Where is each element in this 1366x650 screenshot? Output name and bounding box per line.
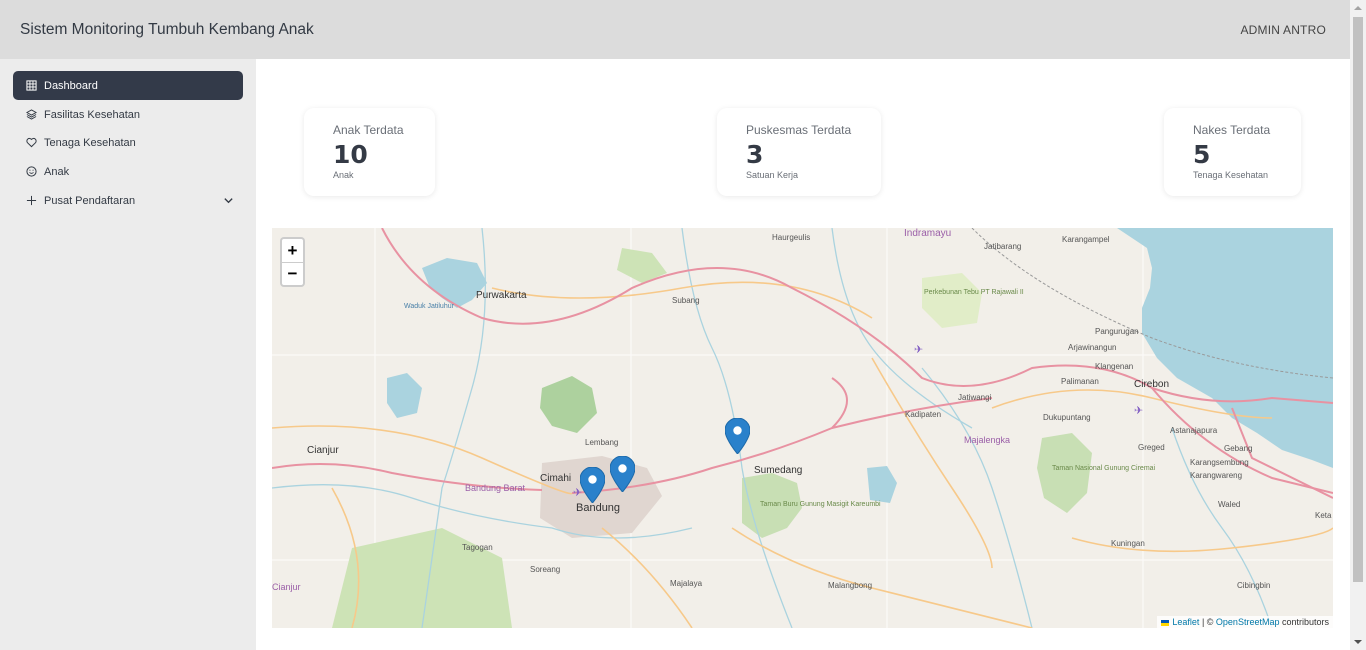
map-label: Pangurugan (1095, 327, 1139, 336)
map-marker-icon[interactable] (725, 418, 750, 454)
map-label: Cimahi (540, 473, 571, 484)
sidebar-item-pusat-pendaftaran[interactable]: Pusat Pendaftaran (13, 186, 243, 215)
plus-icon (25, 195, 37, 207)
stat-card-nakes: Nakes Terdata 5 Tenaga Kesehatan (1164, 108, 1301, 196)
map-label: Cianjur (272, 582, 301, 592)
page-scrollbar[interactable] (1350, 0, 1366, 650)
stat-card-anak: Anak Terdata 10 Anak (304, 108, 435, 196)
map-label: Purwakarta (476, 290, 527, 301)
map-label: Soreang (530, 565, 560, 574)
chevron-down-icon[interactable] (223, 195, 234, 206)
zoom-control: + − (280, 237, 305, 287)
map-container[interactable]: Indramayu Haurgeulis Jatibarang Karangam… (272, 228, 1333, 628)
sidebar-item-label: Tenaga Kesehatan (44, 136, 136, 149)
zoom-out-button[interactable]: − (282, 262, 303, 285)
stat-value: 5 (1193, 140, 1211, 169)
map-attribution: Leaflet | © OpenStreetMap contributors (1157, 616, 1333, 628)
sidebar-item-fasilitas-kesehatan[interactable]: Fasilitas Kesehatan (13, 100, 243, 129)
map-label: Palimanan (1061, 377, 1099, 386)
map-label: Majalaya (670, 579, 703, 588)
map-label: Bandung Barat (465, 483, 526, 493)
app-title: Sistem Monitoring Tumbuh Kembang Anak (20, 21, 314, 38)
map-marker-icon[interactable] (580, 467, 605, 503)
map-label: Jatiwangi (958, 393, 992, 402)
sidebar-item-label: Dashboard (44, 79, 98, 92)
sidebar-item-label: Anak (44, 165, 70, 178)
scroll-up-icon[interactable] (1353, 3, 1363, 13)
map-label: Karangsembung (1190, 458, 1249, 467)
map-label: Greged (1138, 443, 1165, 452)
stat-value: 3 (746, 140, 764, 169)
attribution-separator: | © (1199, 617, 1216, 627)
scroll-down-icon[interactable] (1353, 637, 1363, 647)
stat-label: Nakes Terdata (1193, 123, 1271, 137)
stat-card-puskesmas: Puskesmas Terdata 3 Satuan Kerja (717, 108, 881, 196)
map-label: Malangbong (828, 581, 872, 590)
stat-label: Puskesmas Terdata (746, 123, 852, 137)
map-label: Tagogan (462, 543, 493, 552)
map-label: Cirebon (1134, 379, 1169, 390)
map-label: Waled (1218, 500, 1240, 509)
map-label: Karangwareng (1190, 471, 1242, 480)
map-label: Sumedang (754, 465, 802, 476)
map-tiles[interactable]: Indramayu Haurgeulis Jatibarang Karangam… (272, 228, 1333, 628)
map-label: Cibingbin (1237, 581, 1270, 590)
map-label: Jatibarang (984, 242, 1021, 251)
map-label: Bandung (576, 502, 620, 514)
osm-link[interactable]: OpenStreetMap (1216, 617, 1280, 627)
map-label: Taman Nasional Gunung Ciremai (1052, 465, 1156, 472)
stat-value: 10 (333, 140, 368, 169)
map-marker-icon[interactable] (610, 456, 635, 492)
sidebar-item-label: Pusat Pendaftaran (44, 194, 136, 207)
map-label: Lembang (585, 438, 618, 447)
user-menu[interactable]: ADMIN ANTRO (1240, 23, 1326, 37)
attribution-suffix: contributors (1279, 617, 1329, 627)
airport-icon: ✈ (914, 344, 923, 356)
map-label: Majalengka (964, 435, 1010, 445)
stat-unit: Satuan Kerja (746, 170, 799, 180)
sidebar-item-dashboard[interactable]: Dashboard (13, 71, 243, 100)
stat-label: Anak Terdata (333, 123, 404, 137)
sidebar-item-label: Fasilitas Kesehatan (44, 108, 140, 121)
sidebar: Dashboard Fasilitas Kesehatan Tenaga Kes… (0, 59, 256, 650)
map-label: Haurgeulis (772, 233, 810, 242)
map-label: Kuningan (1111, 539, 1145, 548)
sidebar-item-tenaga-kesehatan[interactable]: Tenaga Kesehatan (13, 128, 243, 157)
ukraine-flag-icon (1161, 619, 1170, 626)
stat-unit: Anak (333, 170, 354, 180)
grid-icon (25, 80, 37, 92)
zoom-in-button[interactable]: + (282, 239, 303, 262)
leaflet-link[interactable]: Leaflet (1172, 617, 1199, 627)
smile-icon (25, 166, 37, 178)
map-label: Karangampel (1062, 235, 1110, 244)
top-bar: Sistem Monitoring Tumbuh Kembang Anak AD… (0, 0, 1350, 59)
map-label: Taman Buru Gunung Masigit Kareumbi (760, 501, 881, 508)
map-label: Keta (1315, 511, 1332, 520)
map-label: Klangenan (1095, 362, 1133, 371)
map-label: Dukupuntang (1043, 413, 1091, 422)
map-label: Astanajapura (1170, 426, 1218, 435)
map-label: Waduk Jatiluhur (404, 303, 455, 310)
map-label: Kadipaten (905, 410, 941, 419)
map-label: Perkebunan Tebu PT Rajawali II (924, 289, 1024, 296)
map-label: Indramayu (904, 228, 951, 239)
heart-icon (25, 137, 37, 149)
airport-icon: ✈ (1134, 405, 1143, 417)
scroll-thumb[interactable] (1353, 17, 1363, 582)
map-label: Gebang (1224, 444, 1252, 453)
sidebar-item-anak[interactable]: Anak (13, 157, 243, 186)
map-label: Subang (672, 296, 700, 305)
map-label: Cianjur (307, 445, 339, 456)
map-label: Arjawinangun (1068, 343, 1116, 352)
stat-unit: Tenaga Kesehatan (1193, 170, 1269, 180)
layers-icon (25, 109, 37, 121)
